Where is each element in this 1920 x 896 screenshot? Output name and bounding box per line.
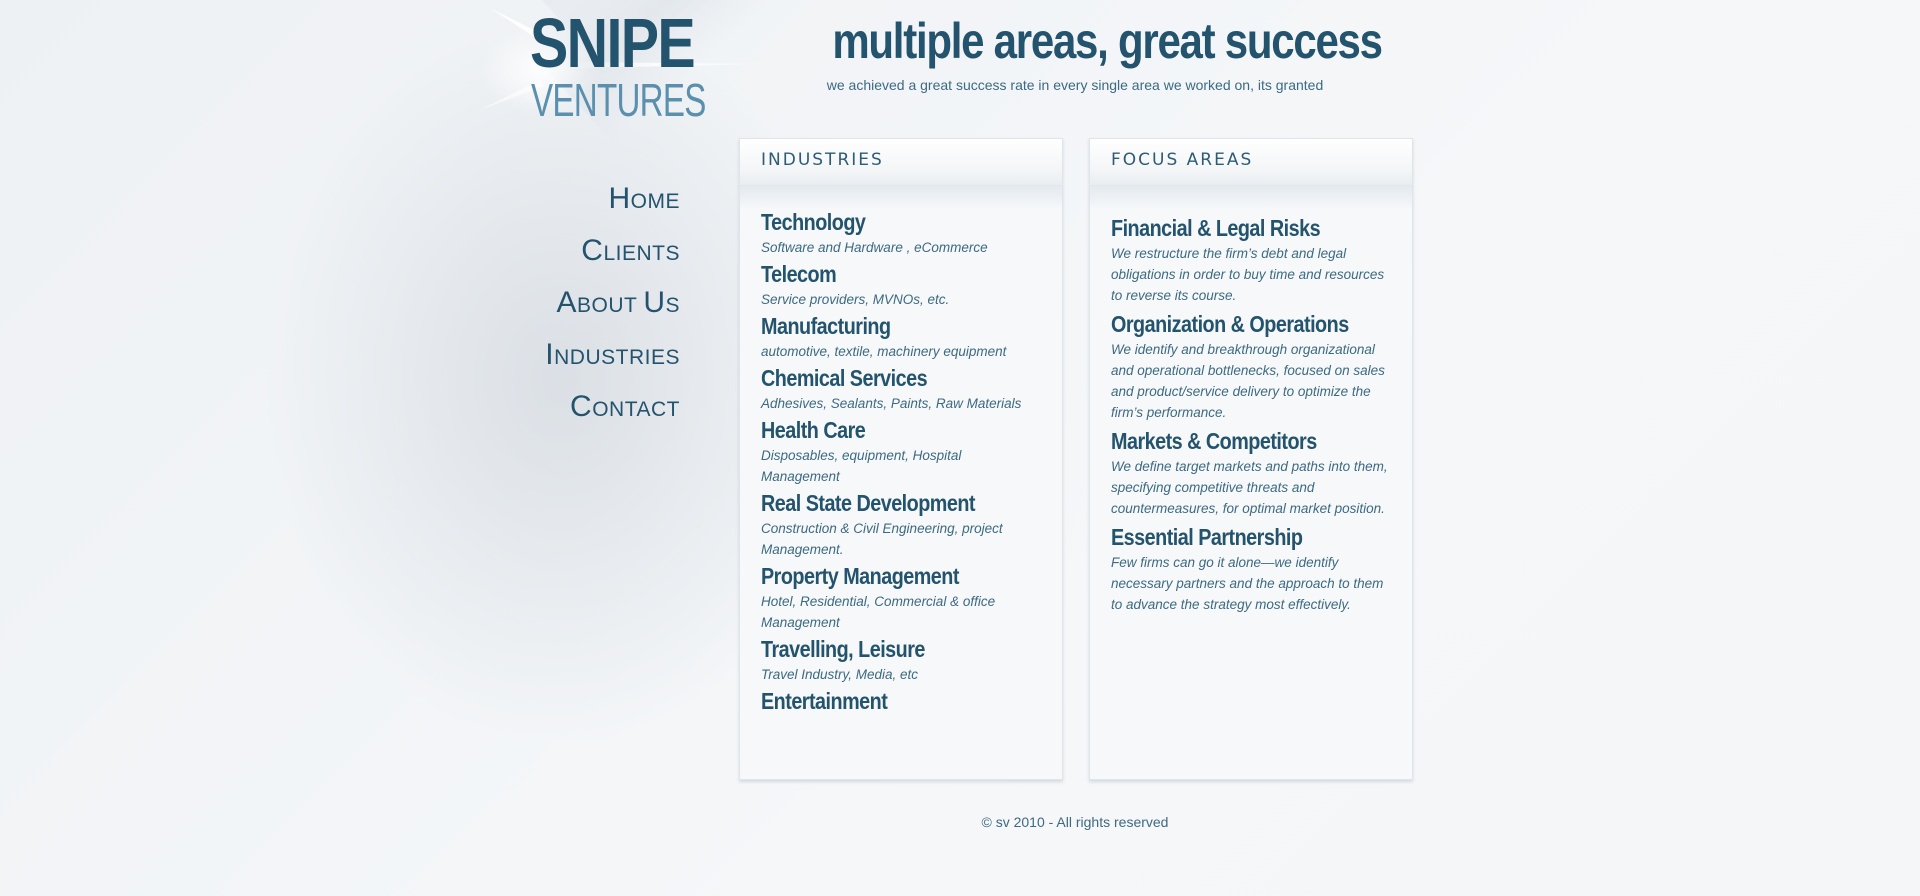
industries-list: Technology Software and Hardware , eComm… (740, 186, 1062, 714)
industry-name: Travelling, Leisure (761, 636, 925, 662)
industry-name: Technology (761, 209, 866, 235)
industry-description: automotive, textile, machinery equipment (761, 344, 1007, 359)
nav-item-label-initial: A (556, 286, 578, 319)
nav-item-label: ontact (592, 398, 680, 421)
industry-item-health-care: Health Care Disposables, equipment, Hosp… (761, 418, 1041, 487)
footer-copyright: © sv 2010 - All rights reserved (981, 814, 1169, 830)
industry-description: Adhesives, Sealants, Paints, Raw Materia… (761, 396, 1022, 411)
industry-description: Software and Hardware , eCommerce (761, 240, 988, 255)
focus-item-markets-competitors: Markets & Competitors We define target m… (1111, 429, 1391, 519)
focus-area-name: Essential Partnership (1111, 524, 1303, 550)
focus-area-name: Organization & Operations (1111, 311, 1349, 337)
industry-item-manufacturing: Manufacturing automotive, textile, machi… (761, 314, 1041, 362)
industry-item-telecom: Telecom Service providers, MVNOs, etc. (761, 262, 1041, 310)
focus-area-description: We identify and breakthrough organizatio… (1111, 342, 1385, 420)
industries-panel: INDUSTRIES Technology Software and Hardw… (739, 138, 1063, 780)
main-nav: Home Clients About Us Industries Contact (545, 178, 680, 438)
industry-item-travelling-leisure: Travelling, Leisure Travel Industry, Med… (761, 637, 1041, 685)
industry-name: Entertainment (761, 688, 888, 714)
industry-name: Health Care (761, 417, 866, 443)
nav-item-label: lients (603, 242, 680, 265)
focus-item-organization-operations: Organization & Operations We identify an… (1111, 312, 1391, 423)
focus-areas-panel-title: FOCUS AREAS (1111, 150, 1254, 170)
focus-area-description: We define target markets and paths into … (1111, 459, 1388, 516)
focus-areas-list: Financial & Legal Risks We restructure t… (1090, 186, 1412, 615)
page-subtitle: we achieved a great success rate in ever… (826, 77, 1324, 93)
nav-item-label-initial: H (608, 182, 631, 215)
logo-wordmark-snipe: SNIPE (530, 4, 696, 82)
nav-item-about-us[interactable]: About Us (545, 282, 680, 334)
nav-item-clients[interactable]: Clients (545, 230, 680, 282)
nav-item-industries[interactable]: Industries (545, 334, 680, 386)
nav-item-home[interactable]: Home (545, 178, 680, 230)
industry-item-entertainment: Entertainment (761, 689, 1041, 714)
industries-panel-header: INDUSTRIES (740, 139, 1062, 209)
nav-item-label: ome (630, 190, 680, 213)
focus-area-description: We restructure the firm’s debt and legal… (1111, 246, 1385, 303)
industry-item-technology: Technology Software and Hardware , eComm… (761, 210, 1041, 258)
focus-item-financial-legal-risks: Financial & Legal Risks We restructure t… (1111, 216, 1391, 306)
industry-item-real-state-development: Real State Development Construction & Ci… (761, 491, 1041, 560)
industry-description: Service providers, MVNOs, etc. (761, 292, 950, 307)
nav-item-label-initial-2: U (643, 286, 666, 319)
industry-item-chemical-services: Chemical Services Adhesives, Sealants, P… (761, 366, 1041, 414)
industry-description: Travel Industry, Media, etc (761, 667, 919, 682)
nav-item-label: ndustries (554, 346, 680, 369)
industry-name: Telecom (761, 261, 837, 287)
nav-item-label-initial: C (581, 234, 604, 267)
nav-item-label-initial: C (570, 390, 593, 423)
page-title: multiple areas, great success (832, 13, 1383, 69)
nav-item-label: bout (577, 294, 644, 317)
nav-item-label-initial: I (545, 338, 555, 371)
industry-name: Chemical Services (761, 365, 928, 391)
industry-description: Hotel, Residential, Commercial & office … (761, 594, 996, 630)
industry-name: Property Management (761, 563, 959, 589)
nav-item-contact[interactable]: Contact (545, 386, 680, 438)
focus-area-description: Few firms can go it alone—we identify ne… (1111, 555, 1384, 612)
page-headline: multiple areas, great success we achieve… (780, 14, 1383, 94)
industry-item-property-management: Property Management Hotel, Residential, … (761, 564, 1041, 633)
logo[interactable]: SNIPE VENTURES (480, 0, 770, 130)
focus-area-name: Markets & Competitors (1111, 428, 1317, 454)
industries-panel-title: INDUSTRIES (761, 150, 884, 170)
industry-description: Disposables, equipment, Hospital Managem… (761, 448, 962, 484)
logo-wordmark-ventures: VENTURES (531, 74, 706, 126)
industry-description: Construction & Civil Engineering, projec… (761, 521, 1003, 557)
industry-name: Real State Development (761, 490, 976, 516)
focus-areas-panel-header: FOCUS AREAS (1090, 139, 1412, 209)
focus-area-name: Financial & Legal Risks (1111, 215, 1321, 241)
industry-name: Manufacturing (761, 313, 891, 339)
focus-item-essential-partnership: Essential Partnership Few firms can go i… (1111, 525, 1391, 615)
nav-item-label-2: s (665, 294, 680, 317)
focus-areas-panel: FOCUS AREAS Financial & Legal Risks We r… (1089, 138, 1413, 780)
